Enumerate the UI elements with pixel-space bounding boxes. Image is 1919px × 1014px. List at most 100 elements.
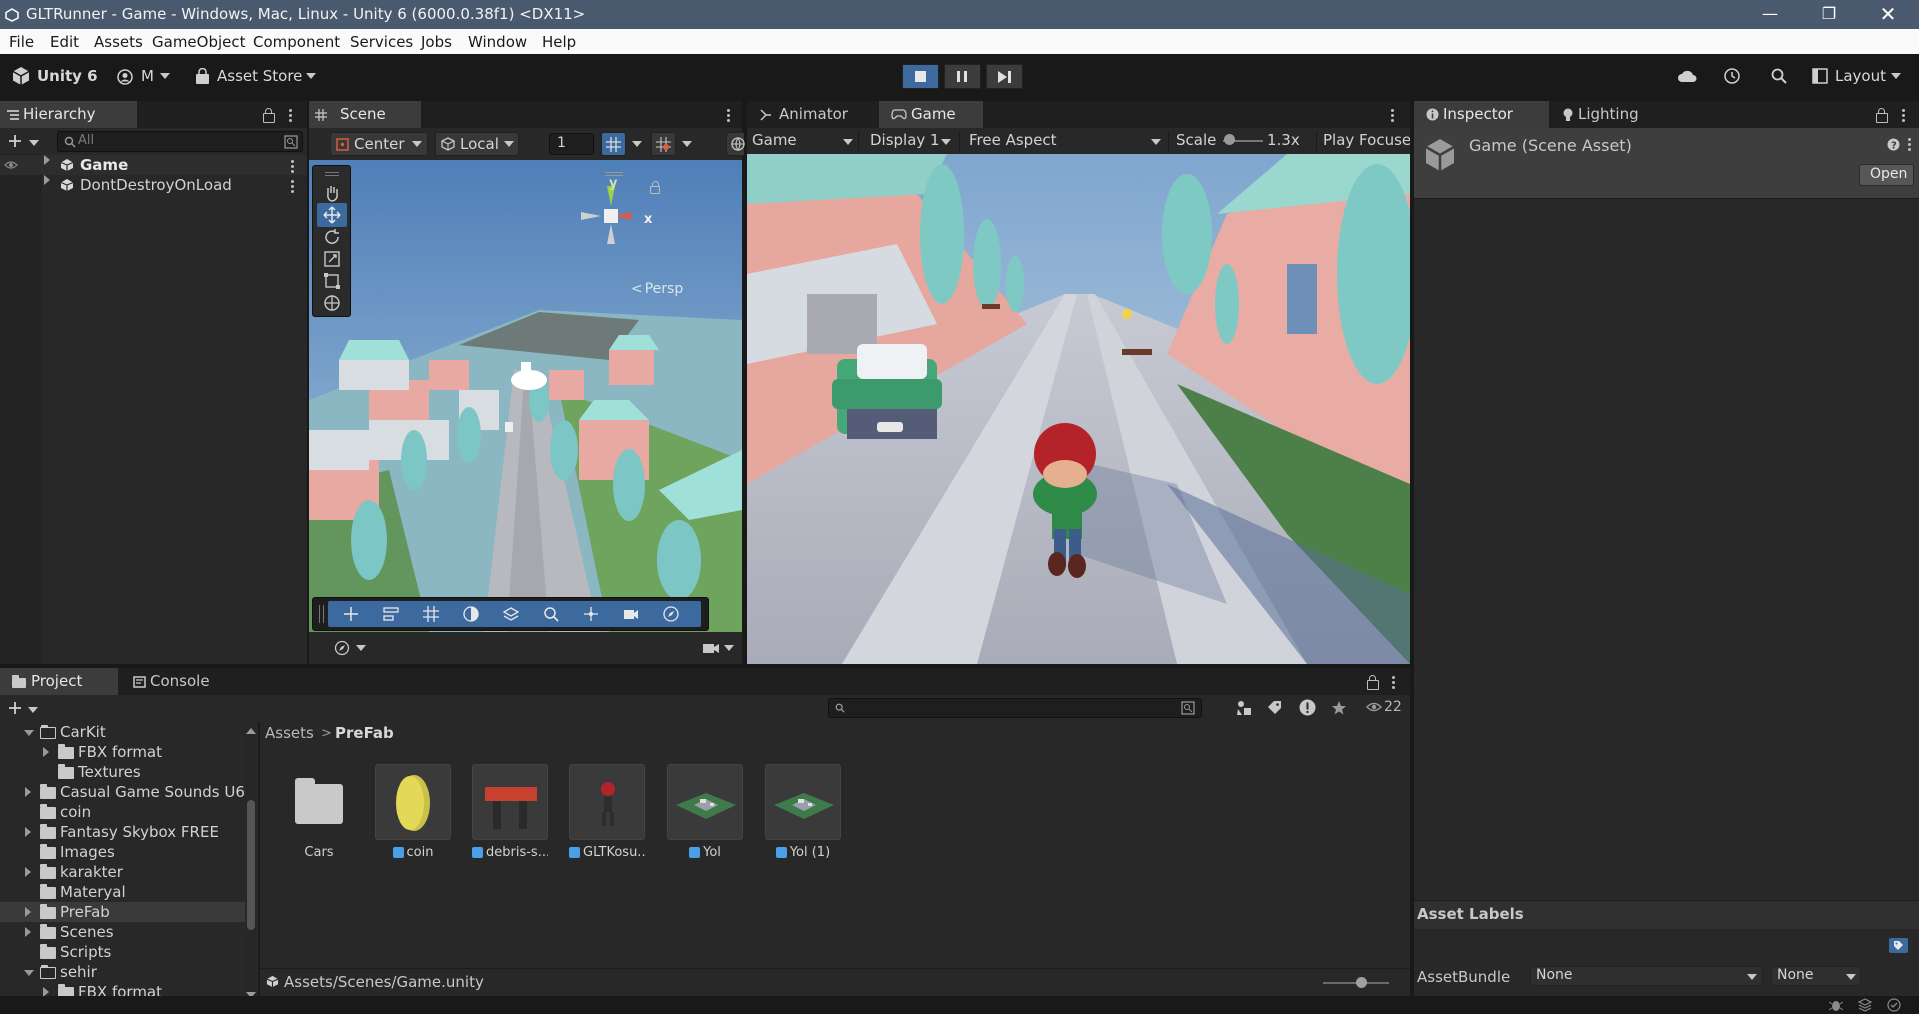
asset-store-button[interactable]: Asset Store [217, 67, 302, 85]
progress-check-icon[interactable] [1887, 998, 1901, 1012]
menu-edit[interactable]: Edit [50, 33, 79, 51]
compass-icon[interactable] [334, 640, 350, 656]
debug-bug-icon[interactable] [1828, 998, 1844, 1012]
draw-mode-button[interactable] [726, 132, 745, 156]
tree-folder-item[interactable]: FBX format [0, 982, 245, 996]
tab-lighting[interactable]: Lighting [1553, 101, 1663, 128]
persp-label-wrap[interactable]: < Persp [631, 281, 683, 297]
tab-project[interactable]: Project [0, 668, 118, 695]
tab-scene[interactable]: Scene [309, 101, 421, 128]
inspector-lock-icon[interactable] [1876, 108, 1888, 123]
expand-arrow-icon[interactable] [25, 827, 31, 837]
hidden-packages-eye-icon[interactable] [1366, 702, 1382, 712]
grid-snap-input[interactable]: 1 [549, 133, 594, 155]
inspector-menu-icon[interactable] [1902, 109, 1906, 124]
menu-gameobject[interactable]: GameObject [152, 33, 246, 51]
play-focused-dropdown[interactable]: Play Focused [1323, 131, 1410, 149]
tree-folder-item[interactable]: FBX format [0, 742, 245, 762]
hierarchy-search-input[interactable]: All [57, 131, 303, 152]
scene-viewport[interactable]: y x < Persp [309, 160, 742, 632]
add-icon[interactable] [8, 134, 22, 148]
hierarchy-item-dontdestroyonload[interactable]: DontDestroyOnLoad [0, 175, 307, 195]
project-search-input[interactable] [828, 698, 1202, 718]
overlay-align-button[interactable] [374, 602, 408, 626]
item-menu-icon[interactable] [291, 180, 295, 195]
overlay-grid-button[interactable] [414, 602, 448, 626]
chevron-down-icon[interactable] [632, 141, 642, 147]
tab-game[interactable]: Game [879, 101, 983, 128]
add-dropdown-icon[interactable] [29, 140, 39, 146]
add-icon[interactable] [8, 701, 22, 715]
menu-jobs[interactable]: Jobs [421, 33, 452, 51]
tree-folder-item[interactable]: karakter [0, 862, 245, 882]
close-button[interactable]: ✕ [1863, 0, 1913, 29]
move-tool-button[interactable] [317, 203, 347, 227]
rotate-tool-button[interactable] [317, 225, 347, 249]
open-button[interactable]: Open [1859, 164, 1914, 186]
expand-arrow-icon[interactable] [44, 175, 50, 185]
game-aspect-dropdown[interactable]: Free Aspect [964, 128, 1165, 154]
transform-tool-button[interactable] [317, 291, 347, 315]
tree-folder-item[interactable]: coin [0, 802, 245, 822]
grid-visibility-button[interactable] [601, 132, 626, 156]
tree-folder-item[interactable]: Casual Game Sounds U6 [0, 782, 245, 802]
menu-component[interactable]: Component [253, 33, 340, 51]
tree-scrollbar[interactable] [246, 728, 256, 996]
tree-folder-item[interactable]: Fantasy Skybox FREE [0, 822, 245, 842]
hierarchy-item-game[interactable]: Game [0, 155, 307, 175]
expand-arrow-icon[interactable] [25, 867, 31, 877]
add-dropdown-icon[interactable] [28, 707, 38, 713]
game-display-dropdown[interactable]: Display 1 [865, 128, 955, 154]
tab-animator[interactable]: Animator [747, 101, 873, 128]
overlay-move-button[interactable] [334, 602, 368, 626]
collapse-arrow-icon[interactable] [24, 730, 34, 736]
scale-tool-button[interactable] [317, 247, 347, 271]
step-button[interactable] [986, 64, 1023, 89]
scene-menu-icon[interactable] [727, 109, 731, 124]
account-button[interactable]: M [141, 67, 154, 85]
game-menu-icon[interactable] [1391, 109, 1395, 124]
tab-inspector[interactable]: Inspector [1414, 101, 1549, 128]
project-lock-icon[interactable] [1367, 675, 1379, 690]
menu-window[interactable]: Window [468, 33, 527, 51]
label-tag-button[interactable] [1889, 938, 1908, 953]
hierarchy-lock-icon[interactable] [263, 108, 275, 123]
item-menu-icon[interactable] [291, 160, 295, 175]
play-stop-button[interactable] [902, 64, 939, 89]
asset-item[interactable]: coin [375, 764, 451, 860]
expand-arrow-icon[interactable] [25, 927, 31, 937]
warning-filter-icon[interactable] [1299, 699, 1316, 716]
expand-arrow-icon[interactable] [43, 987, 49, 996]
tree-folder-item[interactable]: Materyal [0, 882, 245, 902]
menu-help[interactable]: Help [542, 33, 576, 51]
asset-item[interactable]: Cars [281, 764, 357, 860]
tree-folder-item[interactable]: Scripts [0, 942, 245, 962]
restore-button[interactable]: ❐ [1804, 0, 1854, 29]
search-filter-icon[interactable] [1181, 701, 1195, 715]
tree-folder-item[interactable]: sehir [0, 962, 245, 982]
tree-folder-item[interactable]: PreFab [0, 902, 245, 922]
rect-tool-button[interactable] [317, 269, 347, 293]
overlay-layers-button[interactable] [494, 602, 528, 626]
visibility-eye-icon[interactable] [4, 160, 18, 170]
hand-tool-button[interactable] [317, 181, 347, 205]
snap-toggle-button[interactable] [651, 132, 676, 156]
menu-assets[interactable]: Assets [94, 33, 143, 51]
tree-folder-item[interactable]: CarKit [0, 722, 245, 742]
icon-size-slider-handle[interactable] [1356, 977, 1367, 988]
asset-item[interactable]: Yol [667, 764, 743, 860]
game-viewport[interactable] [747, 154, 1410, 664]
search-icon[interactable] [1770, 67, 1788, 85]
overlay-search-button[interactable] [534, 602, 568, 626]
layout-button[interactable]: Layout [1835, 67, 1886, 85]
tree-folder-item[interactable]: Scenes [0, 922, 245, 942]
space-local-dropdown[interactable]: Local [435, 132, 519, 156]
pause-button[interactable] [944, 64, 981, 89]
overlay-lighting-button[interactable] [454, 602, 488, 626]
tab-hierarchy[interactable]: Hierarchy [0, 101, 137, 128]
search-filter-icon[interactable] [284, 135, 298, 149]
asset-item[interactable]: GLTKosu... [569, 764, 645, 860]
overlay-camera-button[interactable] [614, 602, 648, 626]
chevron-down-icon[interactable] [356, 645, 366, 651]
cache-icon[interactable] [1857, 998, 1873, 1012]
